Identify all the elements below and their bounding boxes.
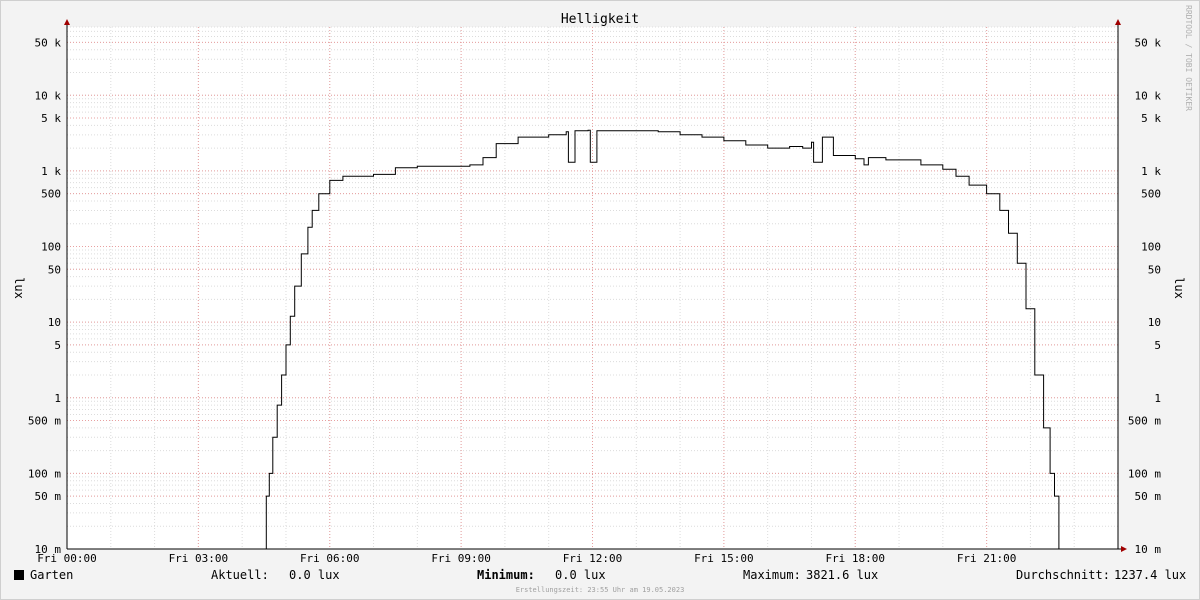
x-tick-label: Fri 03:00 xyxy=(169,552,229,565)
y-tick-label-right: 5 k xyxy=(1141,112,1161,125)
y-tick-label-right: 10 m xyxy=(1135,543,1162,556)
y-tick-label: 50 k xyxy=(35,36,62,49)
x-tick-label: Fri 00:00 xyxy=(37,552,97,565)
y-tick-label: 1 xyxy=(54,392,61,405)
y-tick-label: 50 xyxy=(48,263,61,276)
x-tick-label: Fri 18:00 xyxy=(825,552,885,565)
y-tick-label-right: 500 m xyxy=(1128,415,1161,428)
y-tick-label-right: 1 k xyxy=(1141,165,1161,178)
y-tick-label-right: 50 k xyxy=(1135,36,1162,49)
legend-swatch xyxy=(14,570,24,580)
y-tick-label-right: 50 m xyxy=(1135,490,1162,503)
y-tick-label: 500 m xyxy=(28,415,61,428)
y-axis-label-right: lux xyxy=(1172,277,1186,299)
footer-timestamp: Erstellungszeit: 23:55 Uhr am 19.05.2023 xyxy=(516,586,685,594)
chart-title: Helligkeit xyxy=(561,12,639,27)
y-tick-label: 100 xyxy=(41,241,61,254)
y-tick-label-right: 5 xyxy=(1154,339,1161,352)
current-label: Aktuell: xyxy=(211,568,269,582)
x-tick-label: Fri 09:00 xyxy=(431,552,491,565)
y-tick-label-right: 10 k xyxy=(1135,89,1162,102)
x-tick-label: Fri 12:00 xyxy=(563,552,623,565)
watermark: RRDTOOL / TOBI OETIKER xyxy=(1184,5,1193,111)
x-tick-label: Fri 06:00 xyxy=(300,552,360,565)
y-tick-label: 50 m xyxy=(35,490,62,503)
y-tick-label-right: 100 xyxy=(1141,241,1161,254)
y-tick-label-right: 10 xyxy=(1148,316,1161,329)
chart-frame: Helligkeit lux lux RRDTOOL / TOBI OETIKE… xyxy=(0,0,1200,600)
current-value: 0.0 lux xyxy=(289,568,340,582)
minimum-value: 0.0 lux xyxy=(555,568,606,582)
y-axis-label-left: lux xyxy=(12,277,26,299)
y-tick-label-right: 500 xyxy=(1141,188,1161,201)
y-tick-label: 10 xyxy=(48,316,61,329)
y-tick-label: 500 xyxy=(41,188,61,201)
y-tick-label: 100 m xyxy=(28,467,61,480)
minimum-label: Minimum: xyxy=(477,568,535,582)
y-tick-label-right: 1 xyxy=(1154,392,1161,405)
x-tick-label: Fri 15:00 xyxy=(694,552,754,565)
y-tick-label-right: 50 xyxy=(1148,263,1161,276)
average-value: 1237.4 lux xyxy=(1114,568,1186,582)
x-tick-label: Fri 21:00 xyxy=(957,552,1017,565)
y-tick-label: 5 xyxy=(54,339,61,352)
y-tick-label: 1 k xyxy=(41,165,61,178)
maximum-value: 3821.6 lux xyxy=(806,568,878,582)
y-tick-label-right: 100 m xyxy=(1128,467,1161,480)
maximum-label: Maximum: xyxy=(743,568,801,582)
legend-label: Garten xyxy=(30,568,73,582)
y-tick-label: 5 k xyxy=(41,112,61,125)
y-tick-label: 10 k xyxy=(35,89,62,102)
average-label: Durchschnitt: xyxy=(1016,568,1110,582)
